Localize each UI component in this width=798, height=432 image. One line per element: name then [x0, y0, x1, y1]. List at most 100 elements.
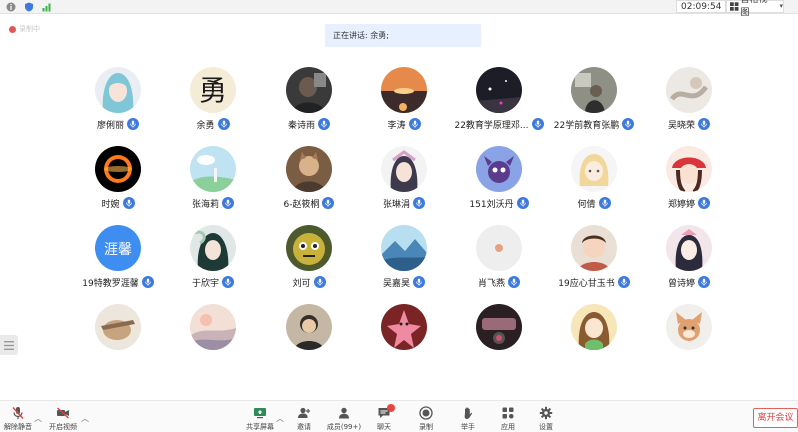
chat-button[interactable]: 聊天: [366, 404, 402, 432]
participant-tile[interactable]: [254, 304, 364, 374]
mic-icon: [698, 118, 710, 130]
participant-tile[interactable]: 吴嘉昊: [349, 225, 459, 295]
unmute-label: 解除静音: [4, 423, 32, 431]
participant-tile[interactable]: 肖飞燕: [444, 225, 554, 295]
participant-name-row: 吴晓荣: [634, 117, 744, 131]
share-screen-button[interactable]: 共享屏幕: [242, 406, 278, 432]
participant-avatar: [286, 67, 332, 113]
participant-avatar: [666, 67, 712, 113]
participant-name-row: 刘可: [254, 275, 364, 289]
meeting-timer: 02:09:54: [676, 0, 727, 13]
participant-name: 曾诗婷: [667, 278, 695, 289]
participant-tile[interactable]: 22学前教育张鹏: [539, 67, 649, 137]
participant-tile[interactable]: 6-赵筱桐: [254, 146, 364, 216]
participant-tile[interactable]: 时婉: [63, 146, 173, 216]
participant-tile[interactable]: 张海莉: [158, 146, 268, 216]
signal-icon[interactable]: [42, 2, 52, 12]
mic-icon: [516, 197, 529, 209]
chat-label: 聊天: [377, 423, 391, 431]
mic-icon: [698, 197, 710, 209]
participant-avatar: [666, 225, 712, 271]
participant-tile[interactable]: 涯馨 19特教罗涯馨: [63, 225, 173, 295]
participant-tile[interactable]: 秦诗雨: [254, 67, 364, 137]
participant-tile[interactable]: [634, 304, 744, 374]
participant-tile[interactable]: 19应心甘玉书: [539, 225, 649, 295]
participant-name: 何倩: [577, 199, 596, 210]
record-button[interactable]: 录制: [408, 406, 444, 432]
mic-icon: [622, 118, 635, 130]
mic-icon: [127, 118, 139, 130]
participant-avatar: [95, 304, 141, 350]
add-user-icon: [298, 407, 311, 418]
grid-icon: [730, 2, 739, 11]
apps-icon: [502, 407, 514, 419]
chevron-up-icon[interactable]: ︿: [276, 413, 284, 424]
participant-name-row: 22教育学原理邓...: [444, 117, 554, 131]
participant-avatar: 勇: [190, 67, 236, 113]
chevron-up-icon[interactable]: ︿: [34, 413, 42, 424]
participant-avatar: [286, 225, 332, 271]
participant-avatar: [476, 146, 522, 192]
participant-tile[interactable]: [349, 304, 459, 374]
participant-tile[interactable]: 22教育学原理邓...: [444, 67, 554, 137]
view-switch-label: 宫格视图: [740, 0, 768, 18]
participant-name: 张海莉: [191, 199, 219, 210]
leave-meeting-button[interactable]: 离开会议: [753, 408, 798, 428]
info-icon[interactable]: [6, 2, 16, 12]
view-switch-button[interactable]: 宫格视图 ▾: [726, 0, 784, 18]
mic-icon: [222, 276, 234, 288]
raise-hand-button[interactable]: 举手: [450, 406, 486, 432]
shield-icon[interactable]: [24, 2, 34, 12]
participant-avatar: [666, 146, 712, 192]
side-panel-handle[interactable]: [0, 335, 18, 355]
participant-avatar: [286, 146, 332, 192]
participant-tile[interactable]: 吴晓荣: [634, 67, 744, 137]
participant-name: 张琳涓: [382, 199, 410, 210]
participant-name: 6-赵筱桐: [283, 199, 320, 210]
participant-tile[interactable]: 勇余勇: [158, 67, 268, 137]
speaking-indicator: 正在讲话: 余勇;: [325, 24, 481, 47]
mic-icon: [413, 276, 425, 288]
recording-label: 录制中: [19, 25, 40, 33]
participant-avatar: [571, 146, 617, 192]
participant-name: 于欣宇: [191, 278, 219, 289]
participant-avatar: [190, 304, 236, 350]
unmute-button[interactable]: 解除静音: [0, 406, 36, 432]
mic-icon: [617, 276, 630, 288]
svg-text:涯馨: 涯馨: [104, 242, 132, 258]
participant-name-row: 廖俐丽: [63, 117, 173, 131]
participant-tile[interactable]: 于欣宇: [158, 225, 268, 295]
start-video-button[interactable]: 开启视频: [45, 406, 81, 432]
participant-name-row: 22学前教育张鹏: [539, 117, 649, 131]
participant-tile[interactable]: 廖俐丽: [63, 67, 173, 137]
participant-tile[interactable]: [444, 304, 554, 374]
chevron-up-icon[interactable]: ︿: [81, 413, 89, 424]
participant-name: 19特教罗涯馨: [82, 278, 139, 289]
participant-tile[interactable]: 何倩: [539, 146, 649, 216]
participant-tile[interactable]: [158, 304, 268, 374]
participant-name-row: 6-赵筱桐: [254, 196, 364, 210]
members-button[interactable]: 成员(99+): [326, 406, 362, 432]
participant-avatar: [95, 146, 141, 192]
participant-name-row: 郑婷婷: [634, 196, 744, 210]
participant-avatar: 涯馨: [95, 225, 141, 271]
participant-avatar: [476, 304, 522, 350]
participant-tile[interactable]: 刘可: [254, 225, 364, 295]
participant-tile[interactable]: 曾诗婷: [634, 225, 744, 295]
settings-button[interactable]: 设置: [528, 406, 564, 432]
participant-tile[interactable]: [539, 304, 649, 374]
participant-tile[interactable]: 李涛: [349, 67, 459, 137]
participant-tile[interactable]: 张琳涓: [349, 146, 459, 216]
participant-name-row: 19特教罗涯馨: [63, 275, 173, 289]
participant-name: 刘可: [292, 278, 311, 289]
raise-hand-label: 举手: [461, 423, 475, 431]
apps-button[interactable]: 应用: [490, 406, 526, 432]
participant-tile[interactable]: 郑婷婷: [634, 146, 744, 216]
participant-tile[interactable]: [63, 304, 173, 374]
mic-icon: [122, 197, 135, 209]
participant-avatar: [666, 304, 712, 350]
participant-tile[interactable]: 151刘沃丹: [444, 146, 554, 216]
participant-name: 22教育学原理邓...: [454, 120, 529, 131]
participant-name: 22学前教育张鹏: [553, 120, 620, 131]
invite-button[interactable]: 邀请: [286, 406, 322, 432]
